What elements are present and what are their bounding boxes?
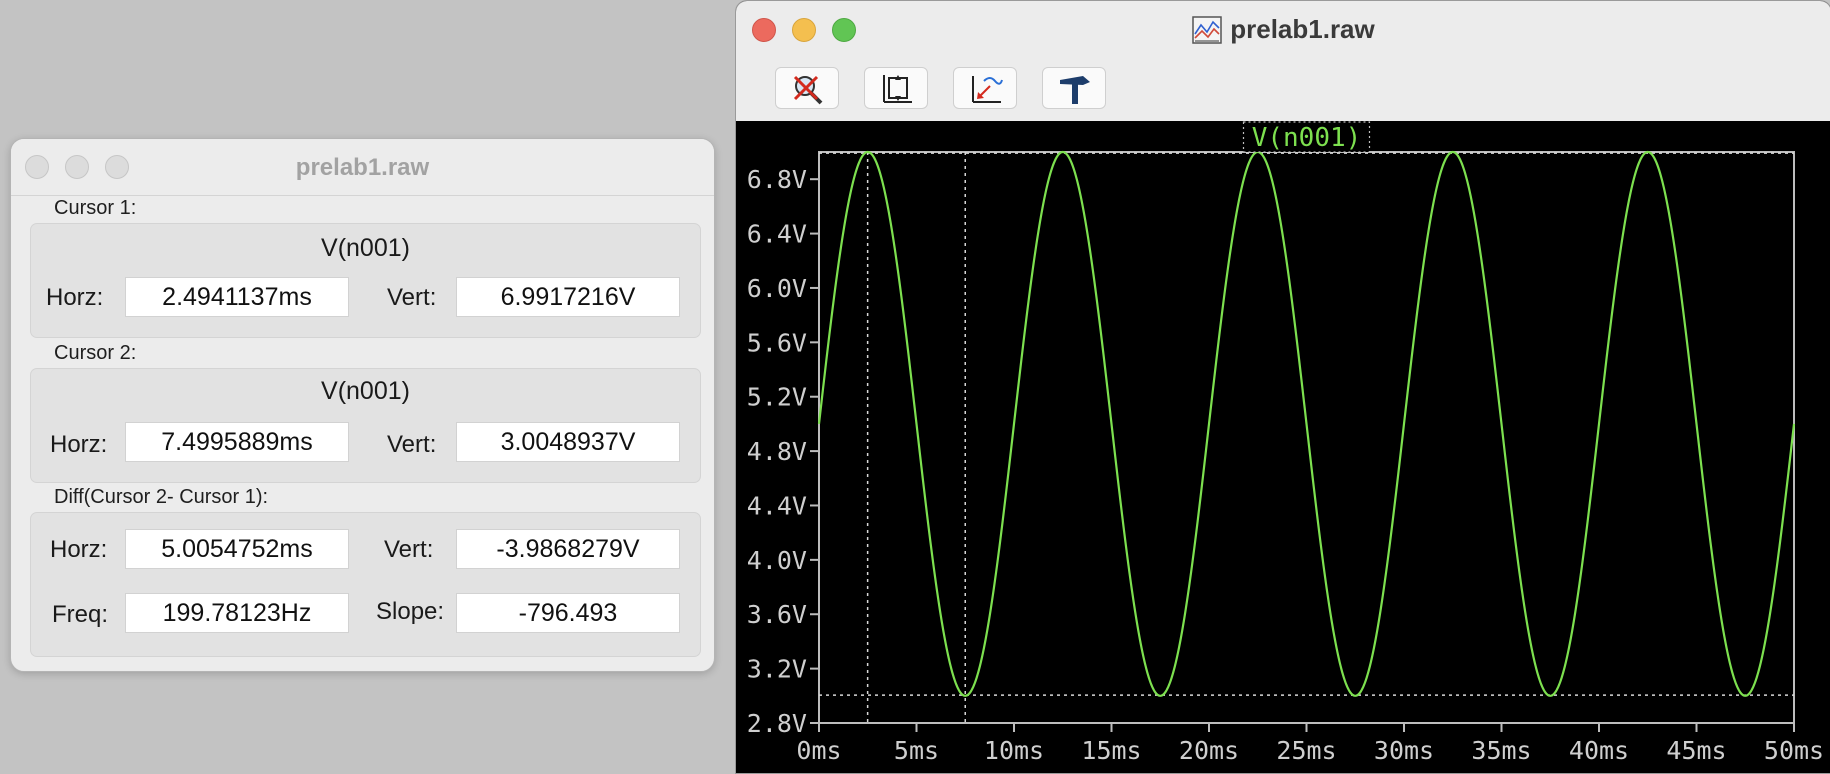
x-tick-label: 5ms [894, 736, 939, 765]
y-tick-label: 3.2V [747, 655, 807, 684]
cursor-window: prelab1.raw Cursor 1: V(n001) Horz: 2.49… [10, 138, 715, 672]
diff-slope-label: Slope: [376, 598, 445, 625]
y-tick-label: 4.0V [747, 546, 807, 575]
x-tick-label: 0ms [796, 736, 841, 765]
zoom-cancel-icon [793, 75, 823, 105]
x-tick-label: 50ms [1764, 736, 1824, 765]
x-tick-label: 40ms [1569, 736, 1629, 765]
cursor2-vert-label: Vert: [387, 431, 437, 458]
diff-freq-field[interactable]: 199.78123Hz [126, 594, 348, 632]
x-tick-label: 15ms [1081, 736, 1141, 765]
rescale-button[interactable] [953, 67, 1017, 109]
cursor-window-titlebar[interactable]: prelab1.raw [11, 139, 714, 196]
y-tick-label: 2.8V [747, 709, 807, 738]
x-tick-label: 20ms [1179, 736, 1239, 765]
waveform-document-icon [1192, 16, 1222, 44]
cursor2-horz-field[interactable]: 7.4995889ms [126, 423, 348, 461]
autorange-button[interactable] [864, 67, 928, 109]
x-tick-label: 30ms [1374, 736, 1434, 765]
diff-freq-label: Freq: [52, 601, 109, 628]
cursor1-horz-label: Horz: [46, 284, 104, 311]
diff-vert-label: Vert: [384, 536, 434, 563]
y-tick-label: 3.6V [747, 600, 807, 629]
hammer-icon [1060, 76, 1090, 104]
cursor1-horz-field[interactable]: 2.4941137ms [126, 278, 348, 316]
rescale-icon [972, 76, 1003, 103]
diff-horz-label: Horz: [50, 536, 108, 563]
cursor2-label: Cursor 2: [54, 342, 137, 364]
y-tick-label: 6.8V [747, 165, 807, 194]
cursor1-signal: V(n001) [321, 234, 410, 262]
cursor1-label: Cursor 1: [54, 197, 137, 219]
diff-vert-field[interactable]: -3.9868279V [457, 530, 679, 568]
autorange-icon [883, 75, 912, 103]
window-title: prelab1.raw [295, 154, 430, 181]
y-tick-label: 4.4V [747, 491, 807, 520]
plot-window-title: prelab1.raw [736, 14, 1830, 45]
cursor1-vert-label: Vert: [387, 284, 437, 311]
plot-toolbar [736, 59, 1830, 121]
x-tick-label: 10ms [984, 736, 1044, 765]
y-tick-label: 4.8V [747, 437, 807, 466]
control-panel-button[interactable] [1042, 67, 1106, 109]
x-tick-label: 45ms [1666, 736, 1726, 765]
cursor1-vert-field[interactable]: 6.9917216V [457, 278, 679, 316]
cursor2-vert-field[interactable]: 3.0048937V [457, 423, 679, 461]
diff-slope-field[interactable]: -796.493 [457, 594, 679, 632]
y-tick-label: 6.0V [747, 274, 807, 303]
zoom-cancel-button[interactable] [775, 67, 839, 109]
trace-title: V(n001) [1252, 123, 1362, 153]
cursor2-horz-label: Horz: [50, 431, 108, 458]
diff-label: Diff(Cursor 2- Cursor 1): [54, 486, 269, 508]
plot-window-titlebar[interactable]: prelab1.raw [736, 1, 1830, 60]
y-tick-label: 6.4V [747, 220, 807, 249]
cursor2-group: V(n001) Horz: 7.4995889ms Vert: 3.004893… [30, 368, 701, 483]
plot-title-text: prelab1.raw [1230, 14, 1375, 44]
y-tick-label: 5.6V [747, 328, 807, 357]
plot-window: prelab1.raw 2.8V 3.2V 3.6V 4.0V 4.4V 4.8… [735, 0, 1830, 774]
cursor2-signal: V(n001) [321, 377, 410, 405]
cursor1-group: V(n001) Horz: 2.4941137ms Vert: 6.991721… [30, 223, 701, 338]
x-tick-label: 25ms [1276, 736, 1336, 765]
y-tick-label: 5.2V [747, 383, 807, 412]
diff-group: Horz: 5.0054752ms Vert: -3.9868279V Freq… [30, 512, 701, 657]
diff-horz-field[interactable]: 5.0054752ms [126, 530, 348, 568]
waveform-plot[interactable]: 2.8V 3.2V 3.6V 4.0V 4.4V 4.8V 5.2V 5.6V 6.0V 6.4V… [736, 121, 1830, 773]
x-tick-label: 35ms [1471, 736, 1531, 765]
